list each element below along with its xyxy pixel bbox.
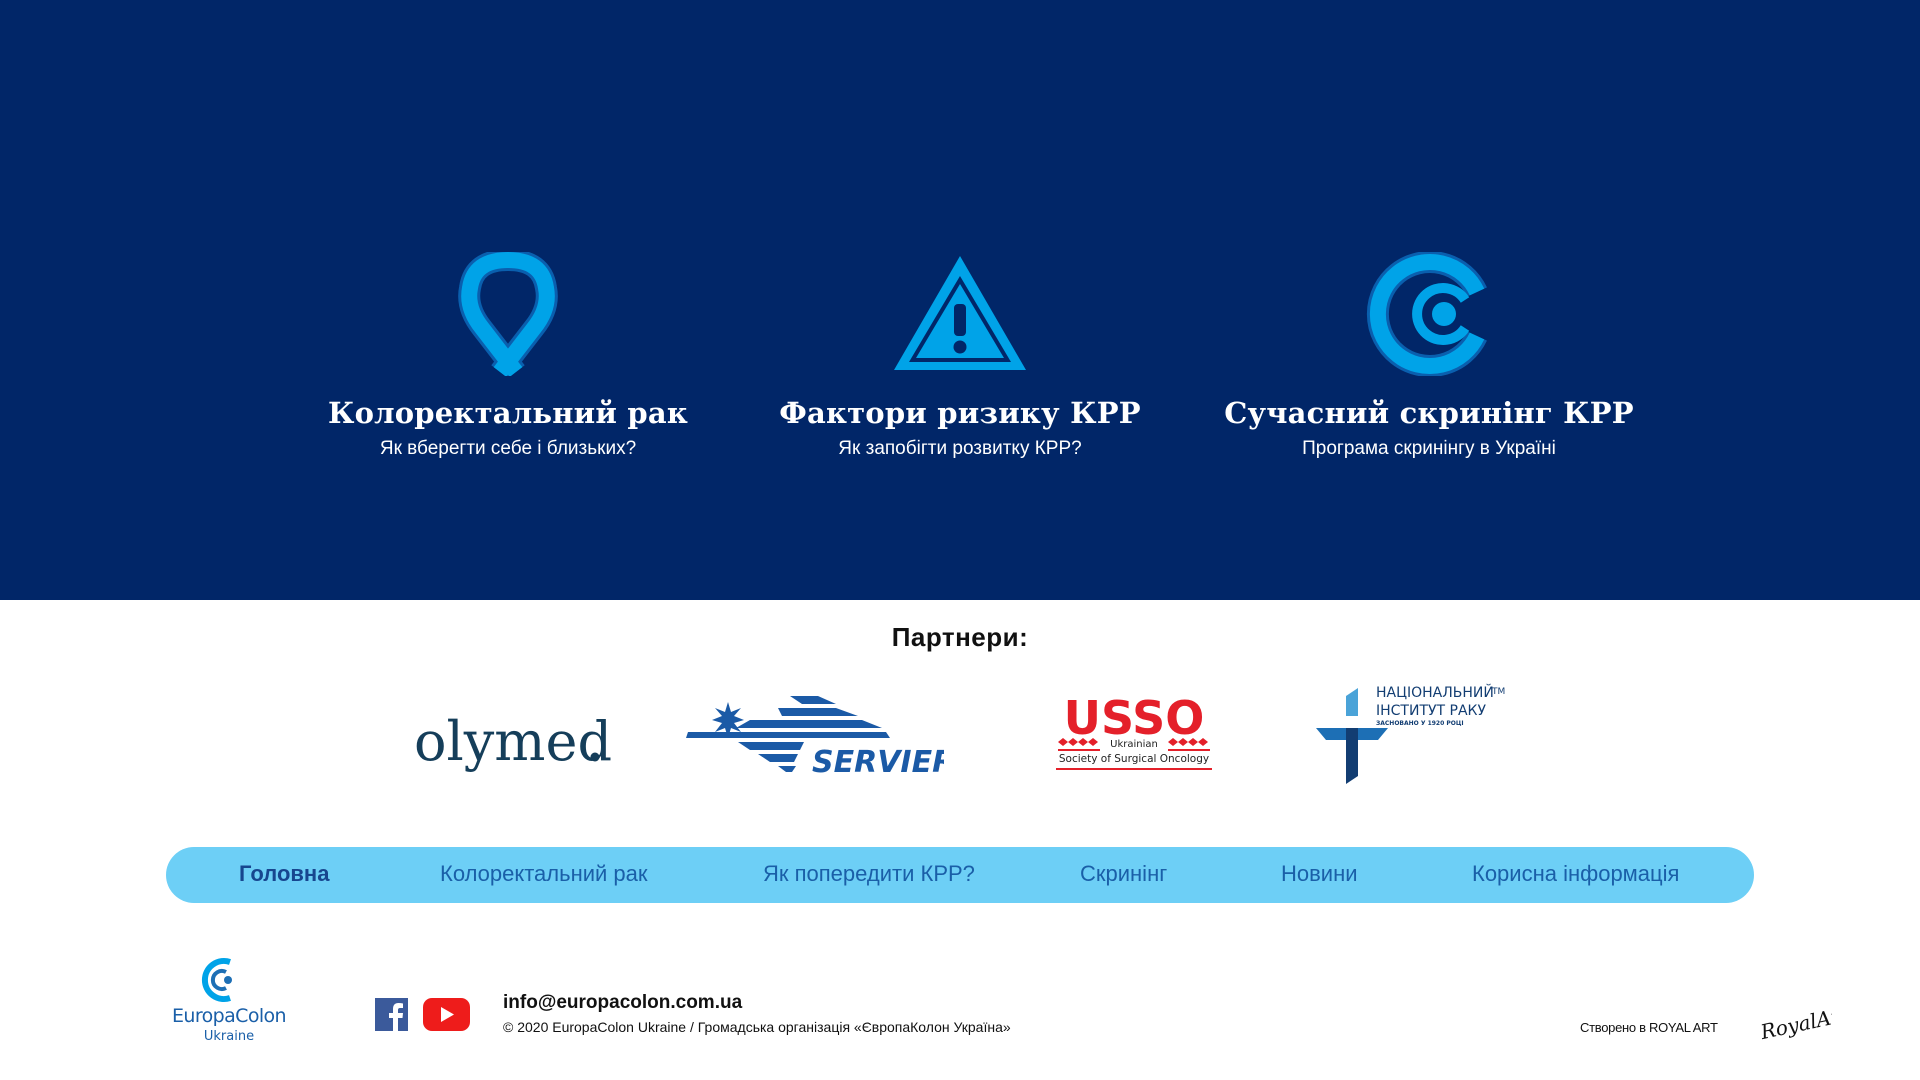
nav-item-useful-info[interactable]: Корисна інформація <box>1472 861 1679 887</box>
royal-art-signature: RoyalArt. <box>1758 1004 1832 1044</box>
feature-title: Колоректальний рак <box>327 396 689 430</box>
logo-name: EuropaColon <box>172 1005 286 1027</box>
feature-screening[interactable]: Сучасний скринінг КРР Програма скринінгу… <box>1219 252 1639 460</box>
logo-sub: Ukraine <box>204 1029 254 1044</box>
europacolon-footer-logo[interactable]: EuropaColon Ukraine <box>166 956 292 1044</box>
usso-line1: Ukrainian <box>1110 739 1158 750</box>
feature-subtitle: Як вберегти себе і близьких? <box>379 438 637 459</box>
olymed-wordmark: olymed <box>414 710 612 773</box>
feature-colorectal-cancer[interactable]: Колоректальний рак Як вберегти себе і бл… <box>298 252 718 460</box>
usso-wordmark: USSO <box>1064 691 1205 745</box>
nci-line1: НАЦІОНАЛЬНИЙ <box>1376 683 1494 701</box>
nci-tm: TM <box>1491 687 1505 697</box>
hero-section: Колоректальний рак Як вберегти себе і бл… <box>0 0 1920 600</box>
nav-item-screening[interactable]: Скринінг <box>1080 861 1167 887</box>
feature-title: Фактори ризику КРР <box>779 396 1141 430</box>
footer-email[interactable]: info@europacolon.com.ua <box>503 992 742 1014</box>
feature-title: Сучасний скринінг КРР <box>1224 396 1634 430</box>
nav-item-home[interactable]: Головна <box>239 861 329 887</box>
partner-usso-logo[interactable]: USSO Ukrainian Society of Surgical Oncol… <box>1054 690 1214 774</box>
partner-olymed-logo[interactable]: olymed <box>412 702 612 782</box>
royal-art-logo[interactable]: RoyalArt. <box>1758 1004 1832 1044</box>
main-navigation: Головна Колоректальний рак Як попередити… <box>166 847 1754 903</box>
partner-servier-logo[interactable]: SERVIER <box>686 692 955 780</box>
servier-wordmark: SERVIER <box>812 745 944 778</box>
nav-item-prevention[interactable]: Як попередити КРР? <box>763 861 975 887</box>
partner-national-cancer-institute-logo[interactable]: НАЦІОНАЛЬНИЙ TM ІНСТИТУТ РАКУ ЗАСНОВАНО … <box>1312 680 1512 786</box>
feature-subtitle: Програма скринінгу в Україні <box>1302 438 1556 459</box>
nav-item-colorectal-cancer[interactable]: Колоректальний рак <box>440 861 648 887</box>
feature-risk-factors[interactable]: Фактори ризику КРР Як запобігти розвитку… <box>750 252 1170 460</box>
feature-subtitle: Як запобігти розвитку КРР? <box>838 438 1082 459</box>
nci-line2: ІНСТИТУТ РАКУ <box>1376 703 1487 719</box>
created-by-text[interactable]: Створено в ROYAL ART <box>1580 1020 1718 1035</box>
nav-item-news[interactable]: Новини <box>1281 861 1358 887</box>
partners-title: Партнери: <box>891 622 1029 652</box>
usso-line2: Society of Surgical Oncology <box>1059 753 1209 765</box>
ribbon-icon <box>458 252 558 376</box>
youtube-icon[interactable] <box>423 998 470 1031</box>
screening-c-icon <box>1366 252 1487 376</box>
footer-copyright: © 2020 EuropaColon Ukraine / Громадська … <box>503 1019 1011 1035</box>
facebook-icon[interactable] <box>375 998 408 1031</box>
nci-line3: ЗАСНОВАНО У 1920 РОЦІ <box>1376 720 1464 727</box>
warning-triangle-icon <box>894 256 1026 370</box>
